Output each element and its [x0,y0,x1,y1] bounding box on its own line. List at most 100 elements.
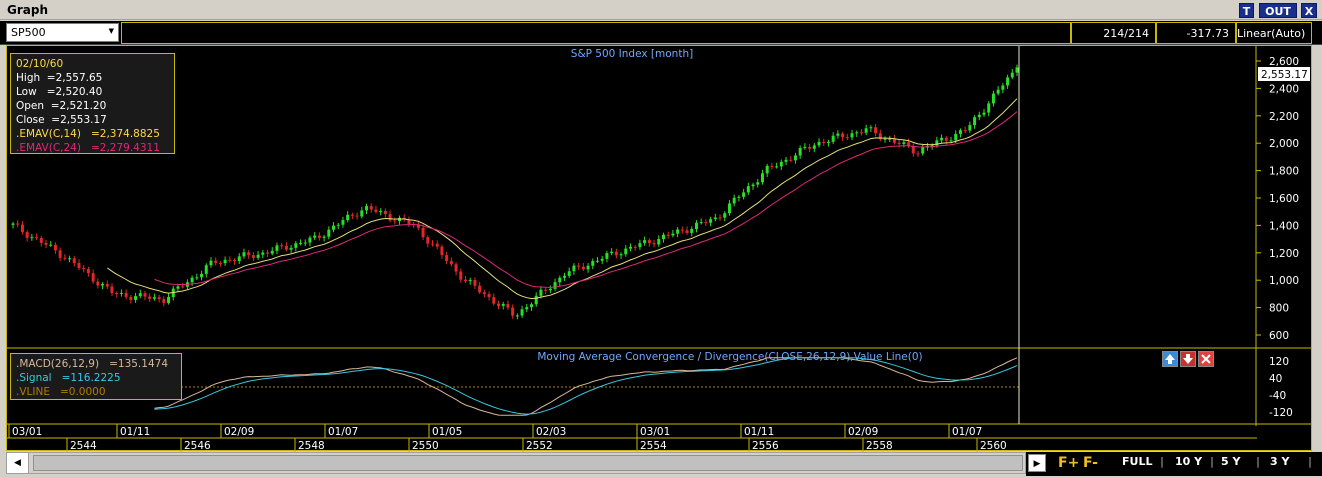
candle-body [167,297,171,303]
chevron-down-icon: ▼ [108,27,114,35]
price-tick-label: 1,200 [1269,248,1299,260]
candle-body [855,132,859,134]
scroll-thumb[interactable] [33,455,1023,471]
candle-body [765,165,769,174]
close-button[interactable]: X [1301,3,1317,18]
month-label: 02/03 [536,426,566,438]
candle-body [327,229,331,237]
candle-body [82,268,86,270]
candle-body [666,234,670,236]
period-bar: ▶ F+ F- FULL 10 Y 5 Y 3 Y | | | | [1026,452,1322,476]
candle-body [812,145,816,149]
candle-body [308,237,312,243]
three-year-button[interactable]: 3 Y [1270,455,1289,468]
candle-body [685,230,689,233]
candle-body [261,252,265,255]
candle-body [567,271,571,276]
symbol-dropdown[interactable]: SP500 ▼ [6,23,119,42]
scale-mode[interactable]: Linear(Auto) [1236,22,1312,44]
t-button[interactable]: T [1239,3,1254,18]
candle-body [303,242,307,244]
candle-body [869,127,873,129]
candle-body [105,284,109,287]
separator: | [1308,455,1313,468]
candle-body [539,289,543,296]
candle-body [374,209,378,212]
candle-body [49,244,53,246]
current-price-label: 2,553.17 [1261,69,1308,81]
price-axis: 2,600 2,400 2,200 2,000 1,800 1,600 1,400 1,200… [1256,56,1299,342]
candle-body [746,186,750,193]
month-label: 03/01 [640,426,670,438]
candle-body [204,265,208,274]
candle-body [459,271,463,280]
horizontal-scrollbar[interactable]: ◀ [6,452,1026,474]
price-tick-label: 600 [1269,330,1289,342]
price-info-box: 02/10/60 High =2,557.65 Low =2,520.40 Op… [10,53,175,154]
candle-body [299,243,303,245]
year-label: 2552 [526,440,553,452]
move-down-icon[interactable] [1180,351,1196,367]
five-year-button[interactable]: 5 Y [1221,455,1240,468]
out-button[interactable]: OUT [1259,3,1297,18]
candle-body [803,146,807,149]
candle-body [1015,67,1019,73]
candle-body [431,243,435,245]
move-up-icon[interactable] [1162,351,1178,367]
candle-body [379,210,383,212]
candle-body [808,146,812,149]
candle-body [322,236,326,238]
candle-body [911,146,915,154]
candle-body [266,252,270,254]
candle-body [798,148,802,156]
signal-line [154,357,1018,415]
info-emav14: .EMAV(C,14) =2,374.8825 [16,128,160,140]
ten-year-button[interactable]: 10 Y [1175,455,1202,468]
macd-tick-label: -120 [1269,407,1293,419]
candle-body [624,248,628,255]
candle-body [940,137,944,141]
candle-body [577,265,581,267]
candle-body [779,161,783,167]
candle-body [11,223,15,225]
candle-body [421,227,425,238]
candle-body [921,147,925,154]
candle-body [487,294,491,298]
info-signal: .Signal =116.2225 [16,372,121,384]
bar-count: 214/214 [1071,22,1156,44]
candle-body [723,213,727,218]
candle-body [591,261,595,266]
candle-body [760,173,764,183]
candle-body [553,282,557,289]
candle-body [822,141,826,143]
candle-body [341,220,345,225]
full-button[interactable]: FULL [1122,455,1152,468]
candle-body [949,140,953,142]
scroll-left-icon[interactable]: ◀ [7,453,29,473]
candle-body [676,229,680,234]
candle-body [638,243,642,248]
candle-body [709,219,713,223]
year-label: 2558 [866,440,893,452]
candle-body [195,277,199,279]
candle-body [864,128,868,133]
chart-area[interactable]: S&P 500 Index [month] Moving Average Con… [6,45,1313,452]
vertical-scrollbar[interactable] [1312,45,1322,451]
info-high: High =2,557.65 [16,72,103,84]
candle-body [214,260,218,263]
zoom-out-button[interactable]: F- [1083,455,1098,471]
close-pane-icon[interactable] [1198,351,1214,367]
zoom-in-button[interactable]: F+ [1058,455,1079,471]
candle-body [16,223,20,225]
candle-body [157,297,161,300]
scroll-right-icon[interactable]: ▶ [1028,454,1046,472]
candle-body [831,135,835,142]
month-label: 02/09 [224,426,254,438]
candle-body [874,127,878,134]
candle-body [148,296,152,299]
candle-body [369,206,373,210]
month-label: 01/05 [432,426,462,438]
month-label: 01/07 [952,426,982,438]
info-low: Low =2,520.40 [16,86,103,98]
info-open: Open =2,521.20 [16,100,107,112]
